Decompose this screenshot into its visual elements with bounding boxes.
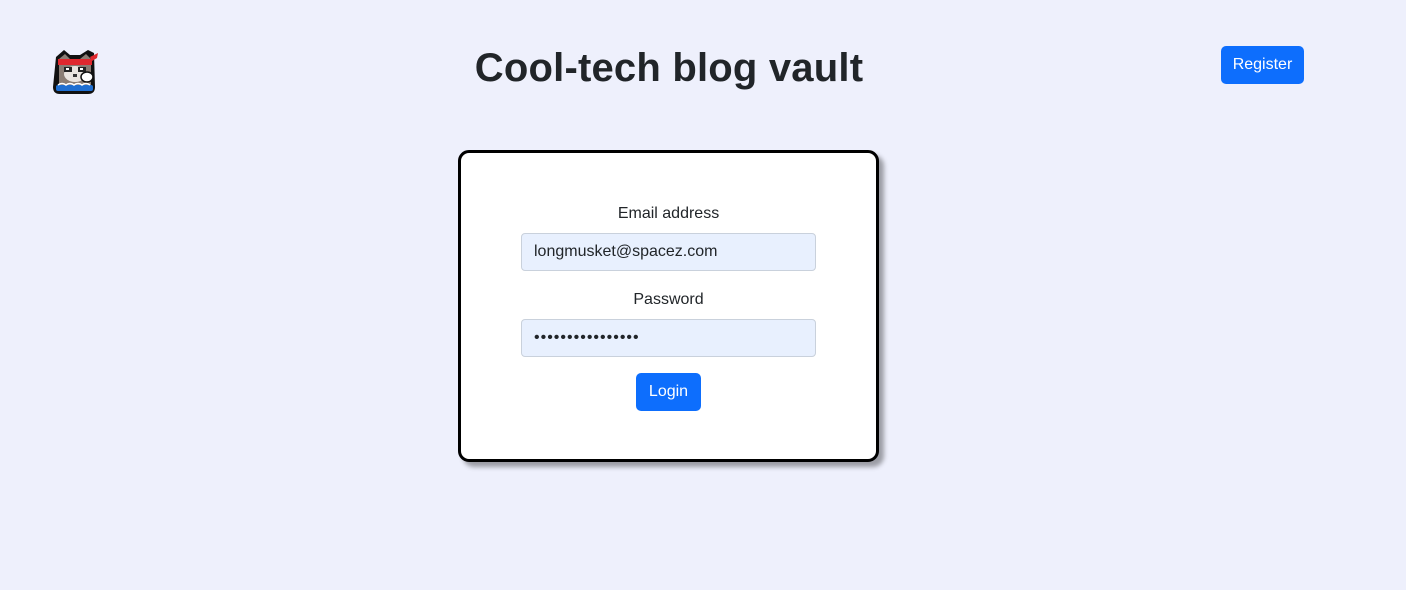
password-input[interactable] [521, 319, 816, 357]
password-label: Password [633, 291, 704, 308]
login-card: Email address Password Login [458, 150, 879, 462]
page-title: Cool-tech blog vault [474, 46, 864, 90]
register-button[interactable]: Register [1221, 46, 1304, 84]
login-button[interactable]: Login [636, 373, 701, 411]
email-label: Email address [617, 205, 720, 222]
email-input[interactable] [521, 233, 816, 271]
